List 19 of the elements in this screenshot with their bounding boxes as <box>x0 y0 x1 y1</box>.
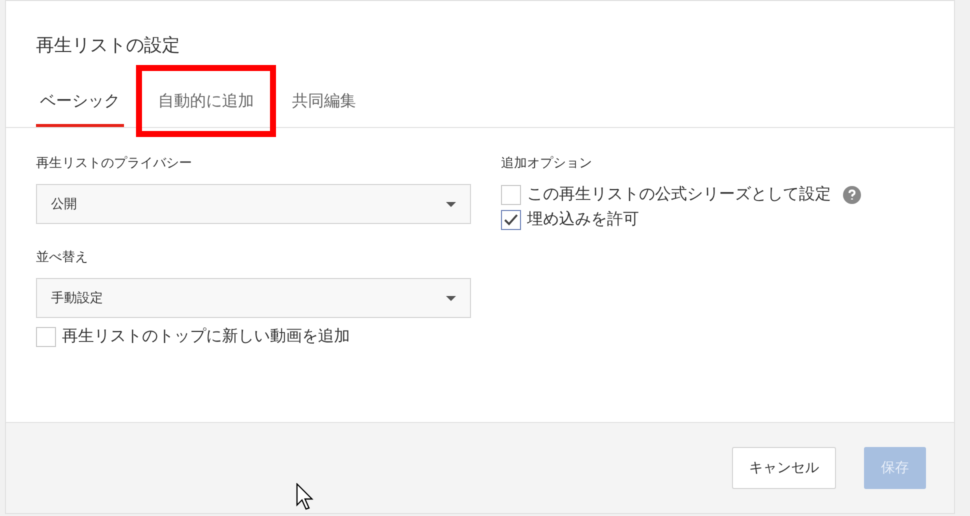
cancel-button[interactable]: キャンセル <box>732 447 836 489</box>
caret-icon <box>446 202 456 206</box>
privacy-dropdown[interactable]: 公開 <box>36 184 471 224</box>
checkbox-label: 埋め込みを許可 <box>527 209 639 230</box>
help-icon[interactable] <box>843 186 861 204</box>
dialog-title: 再生リストの設定 <box>36 34 181 57</box>
checkbox-label: この再生リストの公式シリーズとして設定 <box>527 184 831 205</box>
checkbox[interactable] <box>501 210 521 230</box>
tab[interactable]: 自動的に追加 <box>154 81 258 127</box>
field-label: 並べ替え <box>36 249 89 266</box>
caret-icon <box>446 296 456 300</box>
tab[interactable]: 共同編集 <box>288 81 360 127</box>
section-heading: 追加オプション <box>501 155 593 172</box>
field-label: 再生リストのプライバシー <box>36 155 193 172</box>
tab[interactable]: ベーシック <box>36 81 124 127</box>
checkbox-label: 再生リストのトップに新しい動画を追加 <box>62 326 350 347</box>
sort-dropdown[interactable]: 手動設定 <box>36 278 471 318</box>
checkbox[interactable] <box>36 326 56 346</box>
checkbox[interactable] <box>501 184 521 204</box>
